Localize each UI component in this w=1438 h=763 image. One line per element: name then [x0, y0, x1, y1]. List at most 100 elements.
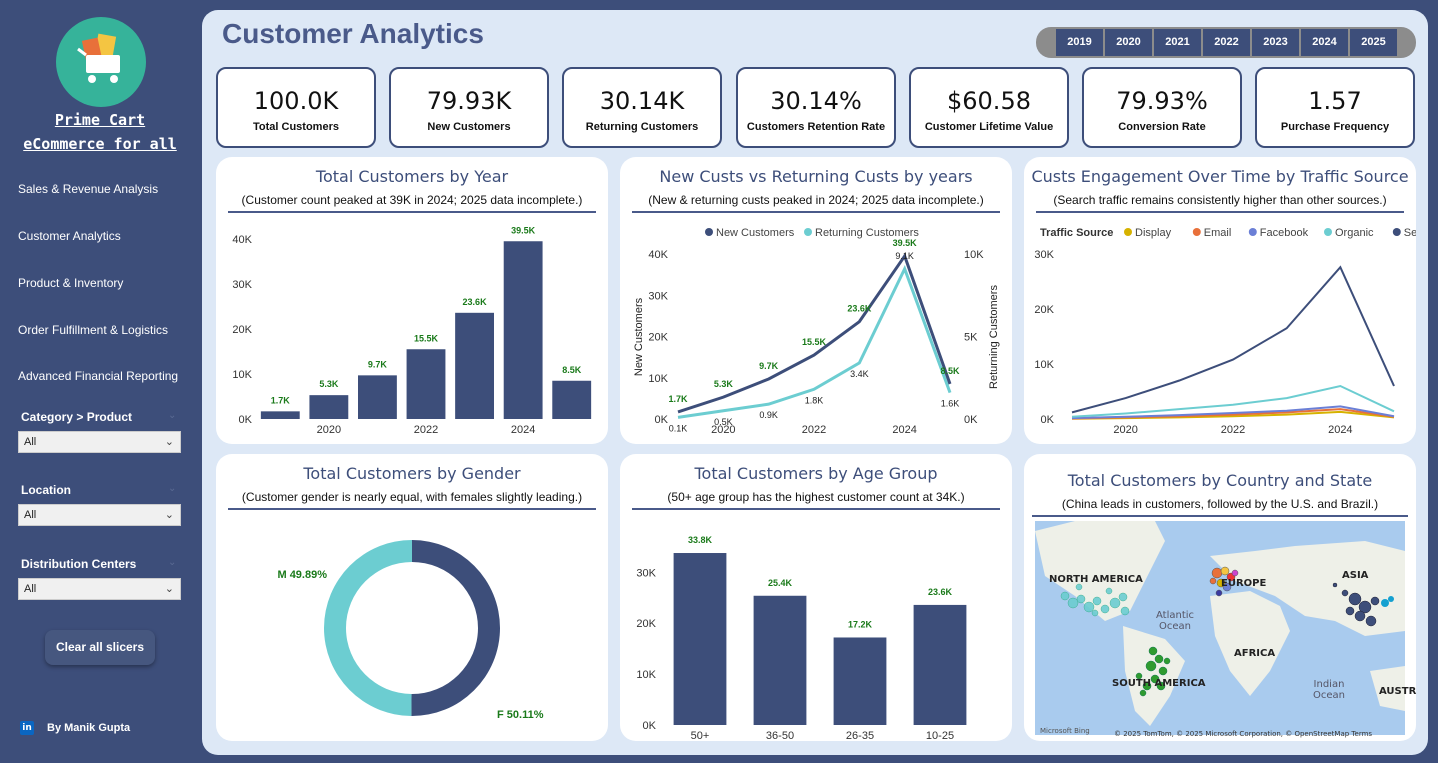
y-tick-label: 30K	[636, 567, 656, 579]
cart-logo-icon	[56, 17, 146, 107]
chevron-down-icon: ⌄	[164, 583, 174, 595]
x-tick-label: 36-50	[766, 730, 794, 741]
collapse-chevron-icon[interactable]: ⌄	[168, 483, 176, 494]
nav-financial-reporting[interactable]: Advanced Financial Reporting	[18, 369, 178, 383]
page-title: Customer Analytics	[222, 18, 484, 49]
year-button-2021[interactable]: 2021	[1154, 29, 1202, 56]
y-tick-label-right: 5K	[964, 332, 978, 344]
donut-slice-F	[411, 540, 500, 716]
kpi-returning-customers: 30.14K Returning Customers	[562, 67, 722, 148]
year-slicer: 2019 2020 2021 2022 2023 2024 2025	[1036, 27, 1416, 58]
y-tick-label: 40K	[232, 234, 252, 246]
legend-label: Display	[1135, 227, 1172, 239]
linkedin-icon[interactable]: in	[20, 721, 34, 735]
legend-label: Search	[1404, 227, 1416, 239]
y-tick-label-left: 30K	[648, 290, 668, 302]
donut-slice-M	[323, 540, 412, 716]
bar	[833, 637, 887, 725]
brand-tagline: eCommerce for all	[23, 135, 177, 153]
year-button-2019[interactable]: 2019	[1056, 29, 1104, 56]
kpi-value: 79.93%	[1116, 87, 1208, 115]
map-label-north-america: NORTH AMERICA	[1049, 574, 1143, 585]
x-tick-label: 2020	[317, 424, 341, 436]
bar	[673, 553, 727, 725]
data-label: 25.4K	[768, 578, 793, 588]
map-attribution[interactable]: © 2025 TomTom, © 2025 Microsoft Corporat…	[1114, 730, 1372, 738]
year-button-2020[interactable]: 2020	[1105, 29, 1153, 56]
legend-marker	[1392, 228, 1401, 236]
legend-marker	[1192, 228, 1201, 236]
data-label-returning: 1.6K	[941, 399, 960, 409]
data-label-new: 39.5K	[893, 238, 918, 248]
map-label-asia: ASIA	[1342, 570, 1369, 581]
card-subtitle: (China leads in customers, followed by t…	[1061, 497, 1379, 511]
traffic-line-chart: Traffic Source Display Email Facebook Organi…	[1034, 227, 1416, 436]
gender-donut-chart: M 49.89% F 50.11%	[277, 540, 544, 721]
x-tick-label: 26-35	[846, 730, 874, 741]
year-button-2023[interactable]: 2023	[1252, 29, 1300, 56]
legend-label: Email	[1204, 227, 1232, 239]
slicer-location-label: Location	[21, 483, 71, 497]
collapse-chevron-icon[interactable]: ⌄	[168, 410, 176, 421]
card-title: Total Customers by Country and State	[1067, 471, 1373, 490]
map-label-africa: AFRICA	[1234, 648, 1276, 659]
data-label-returning: 0.5K	[714, 417, 733, 427]
nav-product-inventory[interactable]: Product & Inventory	[18, 276, 123, 290]
world-map[interactable]	[1035, 521, 1405, 735]
year-button-2022[interactable]: 2022	[1203, 29, 1251, 56]
distribution-dropdown[interactable]: All ⌄	[18, 578, 181, 600]
location-value: All	[24, 509, 37, 521]
x-tick-label: 2022	[1221, 424, 1245, 436]
data-label-new: 9.7K	[759, 361, 779, 371]
location-dropdown[interactable]: All ⌄	[18, 504, 181, 526]
kpi-label: Total Customers	[253, 121, 339, 133]
age-bar-chart: 0K 10K 20K 30K 33.8K 50+ 25.4K 36-50 17.2K 26-35 2…	[636, 535, 967, 741]
data-label: 39.5K	[511, 225, 536, 235]
y-tick-label-right: 0K	[964, 414, 978, 426]
legend-title: Traffic Source	[1040, 227, 1113, 239]
kpi-label: Conversion Rate	[1118, 121, 1206, 133]
y-axis-title-right: Returning Customers	[988, 285, 1000, 389]
x-tick-label: 2024	[1328, 424, 1352, 436]
bar	[358, 375, 397, 419]
card-customers-by-year: Total Customers by Year (Customer count …	[216, 157, 608, 444]
nav-sales-revenue[interactable]: Sales & Revenue Analysis	[18, 182, 158, 196]
x-tick-label: 10-25	[926, 730, 954, 741]
y-tick-label: 10K	[232, 369, 252, 381]
data-label-new: 23.6K	[847, 304, 872, 314]
map-label-atlantic: Atlantic Ocean	[1155, 610, 1195, 632]
x-tick-label: 2022	[802, 424, 826, 436]
kpi-value: 1.57	[1308, 87, 1362, 115]
map-label-europe: EUROPE	[1221, 578, 1267, 589]
card-gender: Total Customers by Gender (Customer gend…	[216, 454, 608, 741]
map-label-indian-ocean: Indian Ocean	[1313, 679, 1345, 701]
year-button-2025[interactable]: 2025	[1350, 29, 1398, 56]
kpi-label: Purchase Frequency	[1280, 121, 1390, 133]
data-label-returning: 3.4K	[850, 369, 869, 379]
brand-name: Prime Cart	[54, 111, 146, 129]
card-age-group: Total Customers by Age Group (50+ age gr…	[620, 454, 1012, 741]
bar	[455, 312, 494, 419]
legend-label: Organic	[1335, 227, 1374, 239]
chevron-down-icon: ⌄	[164, 436, 174, 448]
map-label-australia: AUSTR	[1379, 686, 1417, 697]
bar	[552, 380, 592, 419]
data-label-returning: 9.1K	[895, 251, 914, 261]
author-credit: By Manik Gupta	[47, 722, 131, 734]
collapse-chevron-icon[interactable]: ⌄	[168, 557, 176, 568]
nav-order-fulfillment[interactable]: Order Fulfillment & Logistics	[18, 323, 168, 337]
data-label-female: F 50.11%	[497, 709, 544, 721]
category-dropdown[interactable]: All ⌄	[18, 431, 181, 453]
data-label: 8.5K	[562, 365, 582, 375]
data-label: 23.6K	[463, 297, 488, 307]
data-label-new: 5.3K	[714, 379, 734, 389]
year-button-2024[interactable]: 2024	[1301, 29, 1349, 56]
nav-customer-analytics[interactable]: Customer Analytics	[18, 229, 121, 243]
data-label: 15.5K	[414, 333, 439, 343]
x-tick-label: 2024	[511, 424, 535, 436]
clear-slicers-button[interactable]: Clear all slicers	[45, 630, 155, 665]
y-tick-label: 30K	[232, 279, 252, 291]
y-tick-label-left: 0K	[655, 414, 669, 426]
kpi-value: 100.0K	[253, 87, 339, 115]
kpi-retention-rate: 30.14% Customers Retention Rate	[736, 67, 896, 148]
